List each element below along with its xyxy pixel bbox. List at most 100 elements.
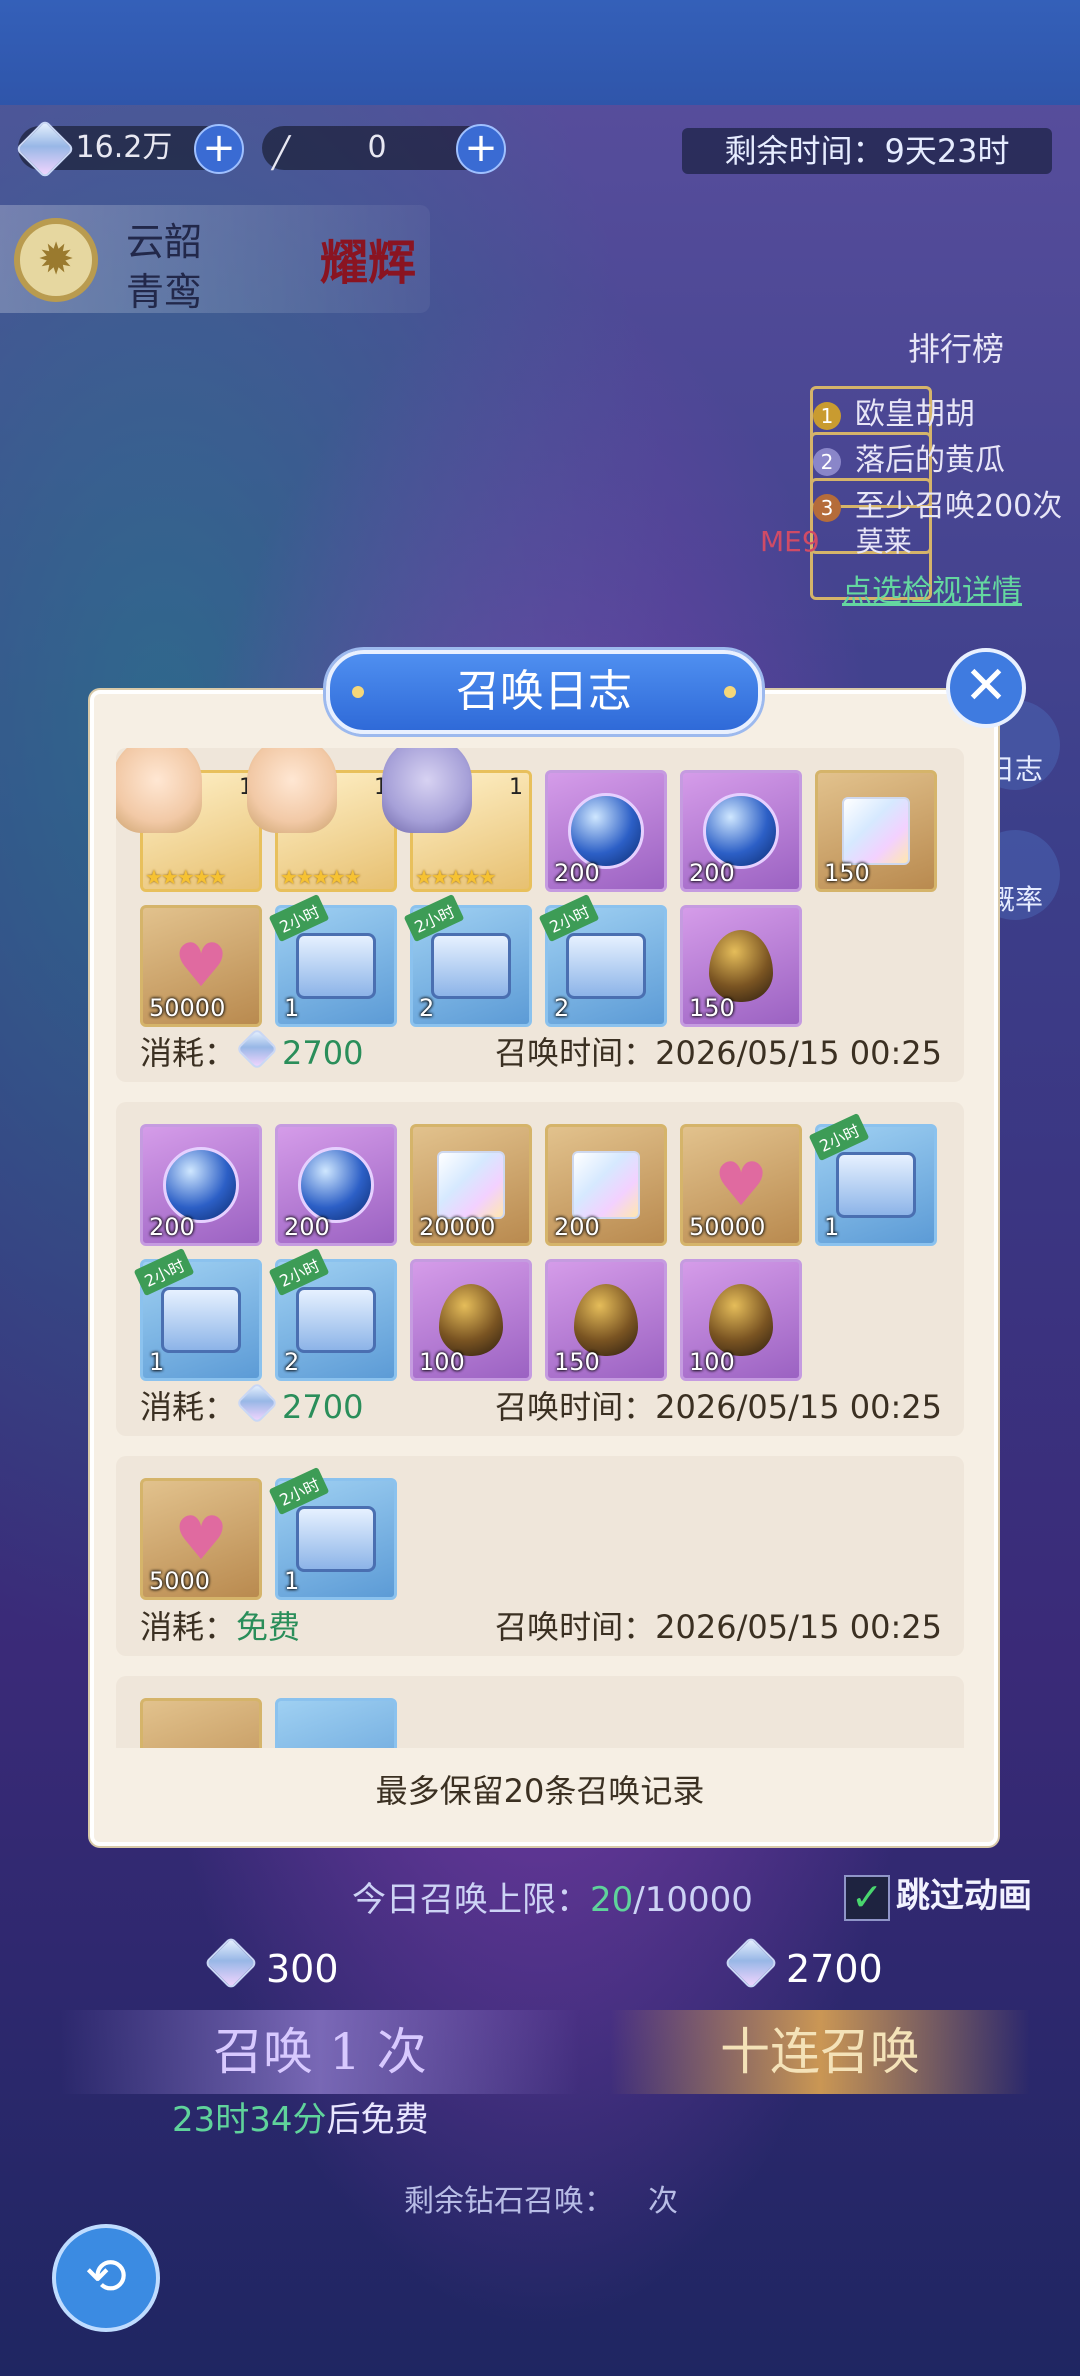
checkbox-icon[interactable]: ✓ — [844, 1874, 890, 1921]
chest-item[interactable]: 2小时 1 — [808, 1112, 937, 1246]
hero-item[interactable]: 1 ★★★★★ — [247, 748, 397, 892]
egg-icon — [709, 930, 773, 1002]
honor-badge: 耀辉 — [320, 235, 417, 291]
close-icon[interactable]: ✕ — [946, 648, 1026, 728]
summon-ten-button[interactable]: 十连召唤 — [610, 2010, 1030, 2094]
item-count: 1 — [284, 1567, 300, 1595]
ranking-detail-link[interactable]: 点选检视详情 — [842, 566, 1022, 610]
egg-item[interactable]: 150 — [545, 1259, 667, 1381]
skip-animation-toggle[interactable]: ✓ 跳过动画 — [844, 1868, 1032, 1921]
add-key-button[interactable]: + — [456, 124, 506, 174]
item-count: 20000 — [419, 1213, 496, 1241]
record-time: 召唤时间：2026/05/15 00:25 — [495, 1602, 942, 1648]
orb-item[interactable]: 200 — [545, 770, 667, 892]
event-timer: 剩余时间：9天23时 — [682, 128, 1052, 174]
item-count: 1 — [824, 1213, 840, 1241]
free-suffix: 后免费 — [326, 2100, 429, 2140]
chest-item[interactable]: 2小时 2 — [538, 893, 667, 1027]
chest-item[interactable]: 2小时 2 — [403, 893, 532, 1027]
me-name: 莫莱 — [855, 525, 912, 558]
egg-icon — [709, 1284, 773, 1356]
record-cost: 消耗： 2700 — [140, 1381, 364, 1428]
egg-icon — [439, 1284, 503, 1356]
chest-item[interactable]: 2小时 1 — [268, 1466, 397, 1600]
gold-chest-icon — [431, 933, 511, 999]
chest-item[interactable]: 2小时 2 — [268, 1247, 397, 1381]
egg-item[interactable]: 100 — [410, 1259, 532, 1381]
orb-item[interactable]: 200 — [275, 1124, 397, 1246]
record-list[interactable]: 1 ★★★★★ 1 ★★★★★ 1 ★★★★★ 200 200 150 ♥ 500… — [116, 748, 964, 1748]
exp-item[interactable]: ♥ 5000 — [140, 1478, 262, 1600]
item-count: 200 — [284, 1213, 330, 1241]
chest-icon — [161, 1287, 241, 1353]
diamond-value: 16.2万 — [75, 130, 173, 165]
chest-icon — [296, 1506, 376, 1572]
cost-label: 消耗： — [140, 1608, 237, 1646]
item-count: 2 — [419, 994, 435, 1022]
exp-heart-icon: ♥ — [174, 1504, 228, 1574]
hero-portrait-icon — [247, 748, 337, 833]
free-time: 23时34分 — [172, 2100, 327, 2140]
add-diamond-button[interactable]: + — [194, 124, 244, 174]
crystal-item[interactable]: 150 — [815, 770, 937, 892]
time-value: 2026/05/15 00:25 — [655, 1608, 942, 1646]
ranking-title: 排行榜 — [908, 330, 1005, 368]
record-card — [116, 1676, 964, 1748]
time-label: 召唤时间： — [495, 1608, 656, 1646]
chest-item[interactable]: 2小时 1 — [268, 893, 397, 1027]
sun-emblem-icon: ✹ — [14, 218, 98, 302]
chest-item[interactable] — [275, 1698, 397, 1748]
key-value: 0 — [367, 130, 387, 165]
ranking-name: 至少召唤200次 — [855, 489, 1063, 524]
item-count: 1 — [149, 1348, 165, 1376]
record-time: 召唤时间：2026/05/15 00:25 — [495, 1028, 942, 1074]
time-label: 召唤时间： — [495, 1388, 656, 1426]
gold-chest-icon — [566, 933, 646, 999]
chest-icon — [836, 1152, 916, 1218]
item-count: 100 — [689, 1348, 735, 1376]
me-rank: 9 — [801, 525, 820, 558]
hero-item[interactable]: 1 ★★★★★ — [382, 748, 532, 892]
cost-value: 免费 — [236, 1608, 301, 1646]
daily-limit: 今日召唤上限：20/10000 — [352, 1872, 753, 1921]
back-button[interactable]: ⟲ — [52, 2224, 160, 2332]
item-count: 2 — [284, 1348, 300, 1376]
key-counter: ╱ 0 + — [262, 124, 506, 174]
exp-item[interactable]: ♥ 50000 — [680, 1124, 802, 1246]
single-price: 300 — [204, 1936, 339, 1991]
rank-3-badge-icon: 3 — [813, 493, 841, 522]
character-panel[interactable]: ✹ 云韶 青鸾 耀辉 — [0, 205, 430, 314]
egg-item[interactable]: 100 — [680, 1259, 802, 1381]
exp-item[interactable] — [140, 1698, 262, 1748]
orb-item[interactable]: 200 — [140, 1124, 262, 1246]
remain-label: 剩余钻石召唤： — [404, 2184, 614, 2219]
record-cost: 消耗： 2700 — [140, 1027, 363, 1074]
crystal-item[interactable]: 200 — [545, 1124, 667, 1246]
record-limit-note: 最多保留20条召唤记录 — [375, 1772, 705, 1810]
summon-once-button[interactable]: 召唤 1 次 — [60, 2010, 580, 2094]
cost-value: 2700 — [282, 1388, 364, 1426]
character-name-2: 青鸾 — [126, 270, 203, 314]
record-time: 召唤时间：2026/05/15 00:25 — [495, 1382, 942, 1428]
orb-item[interactable]: 200 — [680, 770, 802, 892]
key-icon: ╱ — [272, 136, 291, 171]
hero-item[interactable]: 1 ★★★★★ — [116, 748, 262, 892]
exp-item[interactable]: ♥ 50000 — [140, 905, 262, 1027]
record-card: ♥ 5000 2小时 1 消耗：免费 召唤时间：2026/05/15 00:25 — [116, 1456, 964, 1656]
cost-label: 消耗： — [140, 1388, 237, 1426]
item-count: 5000 — [149, 1567, 211, 1595]
egg-item[interactable]: 150 — [680, 905, 802, 1027]
single-price-value: 300 — [266, 1947, 339, 1991]
top-bar — [0, 0, 1080, 105]
item-level: 1 — [509, 775, 523, 800]
dialog-title: 召唤日志 — [326, 650, 762, 734]
free-countdown: 23时34分后免费 — [172, 2092, 429, 2141]
chest-item[interactable]: 2小时 1 — [133, 1247, 262, 1381]
record-card: 1 ★★★★★ 1 ★★★★★ 1 ★★★★★ 200 200 150 ♥ 500… — [116, 748, 964, 1082]
ten-price: 2700 — [724, 1936, 883, 1991]
crystal-icon — [572, 1151, 640, 1219]
diamond-icon — [235, 1381, 279, 1425]
crystal-item[interactable]: 20000 — [410, 1124, 532, 1246]
character-name-1: 云韶 — [126, 220, 203, 264]
item-count: 1 — [284, 994, 300, 1022]
